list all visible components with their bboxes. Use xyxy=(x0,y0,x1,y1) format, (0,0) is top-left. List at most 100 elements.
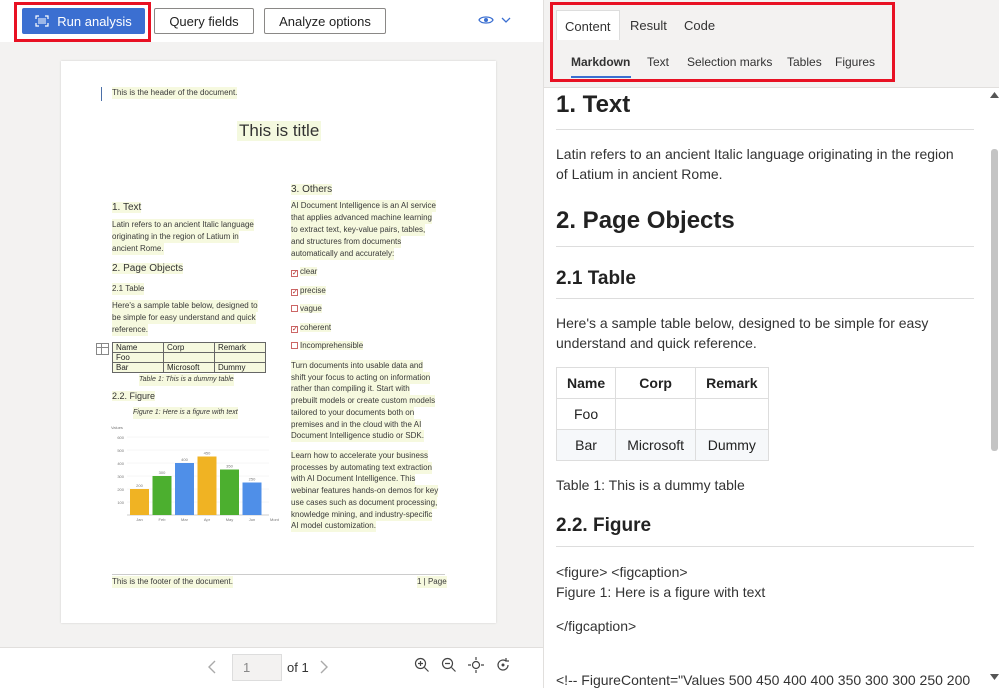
markdown-content: 1. Text Latin refers to an ancient Itali… xyxy=(556,88,974,688)
doc-sec21-line: be simple for easy understand and quick xyxy=(112,312,256,324)
md-table-cell: Foo xyxy=(556,398,617,430)
chart-bar xyxy=(242,482,262,515)
scroll-down-icon[interactable] xyxy=(990,674,999,680)
chart-y-tick-label: 400 xyxy=(117,461,124,466)
md-table-caption: Table 1: This is a dummy table xyxy=(556,477,745,493)
md-table: Name Corp Remark Foo Bar Microsoft Dummy xyxy=(556,367,769,461)
doc-table-cell xyxy=(163,352,215,363)
doc-sec3-line: automatically and accurately: xyxy=(291,248,395,260)
doc-figure-caption: Figure 1: Here is a figure with text xyxy=(133,407,238,419)
md-paragraph: Latin refers to an ancient Italic langua… xyxy=(556,146,954,182)
scroll-up-icon[interactable] xyxy=(990,92,999,98)
doc-table-cell: Microsoft xyxy=(163,362,215,373)
doc-para-b-line: AI model customization. xyxy=(291,520,376,533)
doc-table-cell xyxy=(214,352,266,363)
doc-sec1-line: Latin refers to an ancient Italic langua… xyxy=(112,219,254,231)
doc-checkbox-item: ✓ coherent xyxy=(291,322,332,334)
doc-para-b-line: with AI Document Intelligence. This xyxy=(291,473,416,486)
doc-bar-chart: 100 200 300 400 500 600 Values 200 Jan 300 Feb 400 M… xyxy=(111,425,279,522)
doc-para-a-line: Turn documents into usable data and xyxy=(291,360,423,372)
md-table-cell xyxy=(615,398,697,430)
chart-y-tick-label: 600 xyxy=(117,435,124,440)
chart-y-axis-label: Values xyxy=(111,425,123,430)
document-page: This is the header of the document. This… xyxy=(61,61,496,623)
chart-bar xyxy=(197,456,217,515)
doc-table-cell: Name xyxy=(112,342,164,353)
doc-checkbox-label: coherent xyxy=(300,322,332,332)
md-table-header: Corp xyxy=(615,367,697,399)
doc-sec22-heading: 2.2. Figure xyxy=(112,391,156,401)
chart-data-label: 200 xyxy=(136,483,143,488)
doc-sec21-heading: 2.1 Table xyxy=(112,283,145,295)
chart-y-tick-label: 500 xyxy=(117,448,124,453)
unchecked-box-icon xyxy=(291,305,298,312)
doc-para-a-line: Document Intelligence studio or SDK. xyxy=(291,430,424,443)
chevron-down-icon[interactable] xyxy=(500,15,512,25)
doc-checkbox-label: vague xyxy=(300,304,322,313)
doc-checkbox-label: Incomprehensible xyxy=(300,341,364,350)
highlight-box-run xyxy=(14,2,151,42)
query-fields-button[interactable]: Query fields xyxy=(154,8,254,34)
doc-para-b-line: use cases such as document processing, xyxy=(291,496,438,509)
page-number-input[interactable]: 1 xyxy=(232,654,282,681)
page-count-label: of 1 xyxy=(287,660,309,675)
checked-box-icon: ✓ xyxy=(291,288,298,296)
zoom-out-icon[interactable] xyxy=(441,657,457,673)
scrollbar[interactable] xyxy=(989,88,999,688)
next-page-icon[interactable] xyxy=(318,659,330,675)
doc-table-cell: Dummy xyxy=(214,362,266,373)
doc-sec3-line: AI Document Intelligence is an AI servic… xyxy=(291,200,436,212)
doc-checkbox-item: ✓ clear xyxy=(291,266,318,278)
md-figure-comment: <!-- FigureContent="Values 500 450 400 4… xyxy=(556,672,971,688)
doc-sec3-line: and structures from documents xyxy=(291,236,402,248)
eye-icon[interactable] xyxy=(478,14,494,26)
doc-checkbox-item: Incomprehensible xyxy=(291,340,364,352)
checked-box-icon: ✓ xyxy=(291,270,298,277)
doc-para-b-line: webinar features hands-on demos for key xyxy=(291,485,439,498)
chart-data-label: 250 xyxy=(249,477,256,482)
doc-sec21-line: Here's a sample table below, designed to xyxy=(112,300,258,312)
doc-title: This is title xyxy=(237,121,322,141)
md-table-cell xyxy=(695,398,769,430)
chart-bar xyxy=(130,489,149,515)
results-pane: Content Result Code Markdown Text Select… xyxy=(543,0,999,688)
doc-sec1-line: originating in the region of Latium in xyxy=(112,231,239,243)
doc-sec21-line: reference. xyxy=(112,324,149,336)
doc-footer: This is the footer of the document. xyxy=(112,576,233,588)
chart-data-label: 350 xyxy=(226,464,233,469)
md-heading-text: 1. Text xyxy=(556,91,974,130)
text-cursor xyxy=(101,87,102,101)
doc-sec3-heading: 3. Others xyxy=(291,184,333,195)
doc-para-b-line: processes by automating text extraction xyxy=(291,461,432,474)
zoom-in-icon[interactable] xyxy=(414,657,430,673)
chart-bar xyxy=(220,469,239,515)
md-heading-objects: 2. Page Objects xyxy=(556,207,974,247)
doc-checkbox-item: vague xyxy=(291,303,322,315)
fit-page-icon[interactable] xyxy=(468,657,484,673)
doc-para-a-line: rather than compiling it. Start with xyxy=(291,383,410,396)
scrollbar-thumb[interactable] xyxy=(991,149,998,451)
analyze-options-button[interactable]: Analyze options xyxy=(264,8,386,34)
rotate-icon[interactable] xyxy=(495,657,511,673)
md-heading-table: 2.1 Table xyxy=(556,268,974,299)
doc-checkbox-item: ✓ precise xyxy=(291,285,326,297)
doc-table-caption: Table 1: This is a dummy table xyxy=(139,374,234,386)
prev-page-icon[interactable] xyxy=(206,659,218,675)
chart-bar xyxy=(175,463,194,515)
doc-checkbox-label: clear xyxy=(300,267,318,276)
doc-table: Name Corp Remark Foo Bar Microsoft Dummy xyxy=(112,342,266,373)
md-heading-figure: 2.2. Figure xyxy=(556,515,974,547)
doc-sec3-line: that applies advanced machine learning xyxy=(291,212,432,224)
chart-data-label: 450 xyxy=(204,451,211,456)
highlight-box-tabs xyxy=(550,2,895,82)
md-table-cell: Microsoft xyxy=(615,429,697,461)
chart-data-label: 400 xyxy=(181,457,188,462)
md-table-cell: Dummy xyxy=(695,429,769,461)
chart-x-axis-label: Months xyxy=(270,517,279,522)
doc-table-cell: Bar xyxy=(112,362,164,373)
md-table-header: Remark xyxy=(695,367,769,399)
doc-para-b-line: knowledge mining, and industry-specific xyxy=(291,508,433,521)
doc-para-a-line: premises and in the cloud with the AI xyxy=(291,418,422,431)
doc-page-number: 1 | Page xyxy=(417,576,447,588)
doc-para-a-line: shift your focus to acting on informatio… xyxy=(291,371,431,384)
